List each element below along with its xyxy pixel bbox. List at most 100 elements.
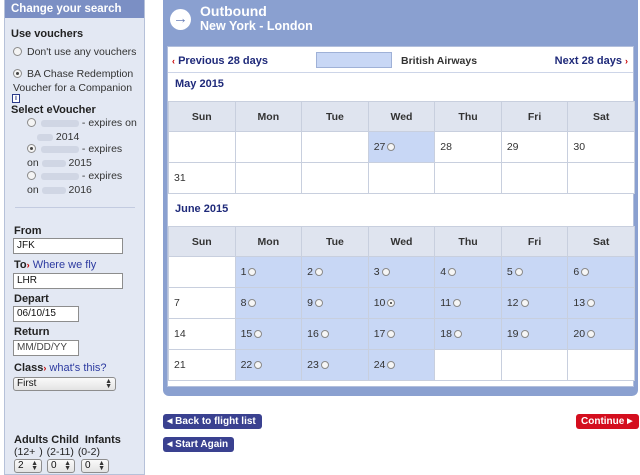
day-select-radio[interactable]: [254, 361, 263, 370]
calendar-june: Sun Mon Tue Wed Thu Fri Sat 1 2 3 4 5 6 7 8 9 10 11 12 13 14…: [168, 226, 635, 381]
day-select-radio[interactable]: [387, 299, 396, 308]
info-icon[interactable]: i: [12, 94, 20, 103]
evoucher-3-prefix: on: [27, 184, 39, 196]
day-select-radio[interactable]: [248, 299, 257, 308]
day-select-radio[interactable]: [314, 268, 323, 277]
back-to-flight-list-button[interactable]: ◀ Back to flight list: [163, 414, 262, 429]
infants-label: Infants: [84, 434, 121, 446]
day-select-radio[interactable]: [248, 268, 257, 277]
calendar-day-cell[interactable]: 17: [367, 318, 436, 350]
day-number: 29: [506, 141, 519, 153]
chevron-left-icon: ‹: [172, 56, 175, 66]
evoucher-option-2[interactable]: - expires on 2015: [27, 142, 139, 170]
calendar-day-cell: 30: [567, 131, 635, 163]
day-select-radio[interactable]: [387, 330, 396, 339]
arrow-right-icon: ›: [43, 363, 47, 373]
calendar-day-cell[interactable]: 13: [567, 287, 635, 319]
calendar-week-row: 21 22 23 24: [168, 349, 635, 381]
weekday-header: Fri: [500, 226, 569, 257]
continue-button[interactable]: Continue ▶: [576, 414, 639, 429]
calendar-empty-cell: [367, 162, 436, 194]
use-vouchers-title: Use vouchers: [11, 28, 84, 40]
next-28-days-link[interactable]: Next 28 days ›: [555, 55, 628, 67]
day-number: 31: [174, 172, 186, 184]
chevron-right-icon: ▶: [627, 418, 633, 425]
arrow-right-circle-icon: →: [170, 9, 191, 30]
calendar-empty-cell: [500, 349, 569, 381]
radio-ba-chase-voucher[interactable]: BA Chase Redemption Voucher for a Compan…: [13, 67, 141, 95]
calendar-day-cell[interactable]: 15: [234, 318, 303, 350]
day-select-radio[interactable]: [314, 299, 323, 308]
calendar-day-cell[interactable]: 22: [234, 349, 303, 381]
day-number: 11: [440, 297, 452, 309]
adults-select[interactable]: 2 ▲ ▼: [14, 459, 42, 473]
day-number: 18: [440, 328, 452, 340]
weekday-header-row: Sun Mon Tue Wed Thu Fri Sat: [168, 226, 635, 257]
calendar-day-cell[interactable]: 23: [301, 349, 369, 381]
whats-this-link[interactable]: what's this?: [49, 362, 106, 374]
return-input[interactable]: MM/DD/YY: [13, 340, 79, 356]
calendar-day-cell[interactable]: 2: [301, 256, 369, 288]
calendar-day-cell[interactable]: 20: [567, 318, 635, 350]
day-number: 23: [307, 359, 319, 371]
from-input[interactable]: JFK: [13, 238, 123, 254]
radio-icon[interactable]: [13, 69, 22, 78]
calendar-empty-cell: [301, 131, 369, 163]
evoucher-option-1[interactable]: - expires on 2014: [27, 116, 139, 144]
previous-28-days-link[interactable]: ‹ Previous 28 days: [172, 55, 268, 67]
radio-icon[interactable]: [27, 118, 36, 127]
radio-icon[interactable]: [27, 171, 36, 180]
day-select-radio[interactable]: [581, 268, 590, 277]
day-number: 16: [307, 328, 319, 340]
calendar-day-cell[interactable]: 12: [500, 287, 569, 319]
evoucher-option-3[interactable]: - expires on 2016: [27, 169, 139, 197]
class-select[interactable]: First ▲ ▼: [13, 377, 116, 391]
day-number: 24: [373, 359, 386, 371]
evoucher-2-expires: - expires: [81, 143, 123, 155]
calendar-day-cell[interactable]: 27: [367, 131, 436, 163]
radio-icon[interactable]: [13, 47, 22, 56]
day-select-radio[interactable]: [387, 143, 396, 152]
calendar-day-cell[interactable]: 5: [500, 256, 569, 288]
day-select-radio[interactable]: [320, 330, 329, 339]
calendar-day-cell[interactable]: 3: [367, 256, 436, 288]
depart-input[interactable]: 06/10/15: [13, 306, 79, 322]
weekday-header: Fri: [500, 101, 569, 132]
calendar-day-cell[interactable]: 24: [367, 349, 436, 381]
calendar-day-cell[interactable]: 4: [434, 256, 502, 288]
calendar-day-cell[interactable]: 9: [301, 287, 369, 319]
calendar-day-cell: 7: [168, 287, 236, 319]
day-select-radio[interactable]: [453, 299, 462, 308]
class-label: Class: [14, 362, 44, 374]
sidebar-divider: [15, 207, 135, 208]
where-we-fly-link[interactable]: Where we fly: [33, 259, 97, 271]
day-number: 8: [240, 297, 247, 309]
start-again-button[interactable]: ◀ Start Again: [163, 437, 235, 452]
day-select-radio[interactable]: [320, 361, 329, 370]
calendar-day-cell[interactable]: 19: [500, 318, 569, 350]
day-select-radio[interactable]: [587, 299, 596, 308]
day-select-radio[interactable]: [254, 330, 263, 339]
radio-no-voucher[interactable]: Don't use any vouchers: [13, 45, 141, 59]
day-select-radio[interactable]: [520, 330, 529, 339]
day-select-radio[interactable]: [514, 268, 523, 277]
radio-icon[interactable]: [27, 144, 36, 153]
calendar-day-cell[interactable]: 10: [367, 287, 436, 319]
calendar-day-cell[interactable]: 11: [434, 287, 502, 319]
day-select-radio[interactable]: [587, 330, 596, 339]
day-select-radio[interactable]: [453, 330, 462, 339]
calendar-day-cell[interactable]: 18: [434, 318, 502, 350]
calendar-day-cell[interactable]: 16: [301, 318, 369, 350]
calendar-day-cell[interactable]: 8: [234, 287, 303, 319]
day-select-radio[interactable]: [387, 361, 396, 370]
day-select-radio[interactable]: [448, 268, 457, 277]
calendar-day-cell[interactable]: 1: [234, 256, 303, 288]
child-select[interactable]: 0 ▲ ▼: [47, 459, 75, 473]
to-input[interactable]: LHR: [13, 273, 123, 289]
calendar-day-cell: 31: [168, 162, 236, 194]
infants-select[interactable]: 0 ▲ ▼: [81, 459, 109, 473]
calendar-day-cell[interactable]: 6: [567, 256, 635, 288]
day-select-radio[interactable]: [520, 299, 529, 308]
calendar-empty-cell: [500, 162, 569, 194]
day-select-radio[interactable]: [381, 268, 390, 277]
